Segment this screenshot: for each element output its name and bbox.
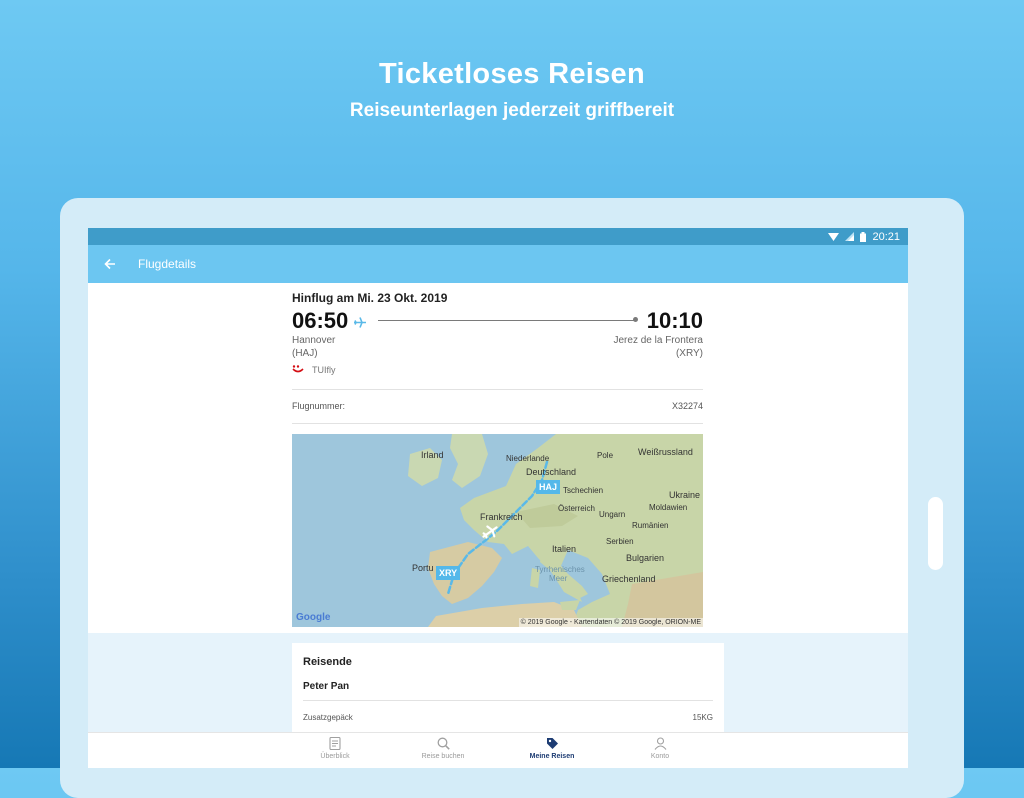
nav-item-ueberblick[interactable]: Überblick [290, 737, 380, 760]
map-label-rumaenien: Rumänien [632, 521, 669, 530]
signal-icon [845, 232, 855, 241]
divider [292, 389, 703, 390]
promo-subtitle: Reiseunterlagen jederzeit griffbereit [349, 100, 675, 121]
nav-label: Reise buchen [421, 753, 465, 760]
flight-heading: Hinflug am Mi. 23 Okt. 2019 [292, 291, 448, 305]
document-icon [290, 737, 380, 750]
nav-label: Konto [650, 753, 670, 760]
map-label-oesterreich: Österreich [558, 504, 595, 513]
map-label-tyrrhenisches: Tyrrhenisches [535, 565, 585, 574]
app-bar: Flugdetails [88, 245, 908, 283]
map-label-ungarn: Ungarn [599, 510, 626, 519]
nav-label: Meine Reisen [529, 753, 575, 760]
route-line [378, 320, 634, 321]
tag-icon [507, 737, 597, 750]
map-label-ukraine: Ukraine [669, 490, 701, 500]
passenger-name: Peter Pan [303, 681, 350, 692]
nav-item-reise-buchen[interactable]: Reise buchen [398, 737, 488, 760]
bottom-navigation: Überblick Reise buchen Meine Reisen Kont… [88, 732, 908, 768]
passengers-title: Reisende [303, 656, 352, 668]
map-label-griechenland: Griechenland [602, 574, 656, 584]
divider [292, 423, 703, 424]
map-label-irland: Irland [421, 450, 444, 460]
arrival-code: (XRY) [675, 348, 703, 359]
route-map[interactable]: Irland Niederlande Deutschland Pole Weiß… [292, 434, 703, 627]
route-endpoint [633, 317, 638, 322]
tui-logo-icon [292, 365, 304, 375]
status-bar: 20:21 [88, 228, 908, 245]
arrival-city: Jerez de la Frontera [613, 335, 704, 346]
divider [303, 700, 713, 701]
flight-details-content: Hinflug am Mi. 23 Okt. 2019 06:50 10:10 … [88, 283, 908, 743]
wifi-icon [828, 232, 840, 241]
map-label-portu: Portu [412, 563, 434, 573]
map-attribution[interactable]: © 2019 Google - Kartendaten © 2019 Googl… [518, 618, 703, 627]
destination-pin[interactable]: XRY [436, 566, 461, 580]
origin-pin[interactable]: HAJ [536, 480, 561, 494]
departure-code: (HAJ) [292, 348, 318, 359]
nav-item-konto[interactable]: Konto [615, 737, 705, 760]
baggage-value: 15KG [692, 713, 713, 722]
map-label-pole: Pole [597, 451, 614, 460]
flight-number-value: X32274 [671, 401, 703, 411]
search-icon [398, 737, 488, 750]
flight-number-label: Flugnummer: [292, 401, 346, 411]
map-label-bulgarien: Bulgarien [626, 553, 665, 563]
map-label-tschechien: Tschechien [563, 486, 604, 495]
map-label-weissrussland: Weißrussland [638, 447, 693, 457]
google-logo: Google [296, 612, 331, 623]
clock-text: 20:21 [872, 230, 900, 243]
map-label-serbien: Serbien [606, 537, 634, 546]
airline-name: TUIfly [312, 365, 336, 375]
tablet-side-button [928, 497, 943, 570]
arrow-left-icon[interactable] [104, 256, 120, 272]
nav-label: Überblick [320, 753, 350, 760]
page-title: Flugdetails [138, 257, 197, 271]
airline: TUIfly [292, 365, 336, 375]
map-label-deutschland: Deutschland [526, 467, 577, 477]
app-screen: 20:21 Flugdetails Hinflug am Mi. 23 Okt.… [88, 228, 908, 768]
departure-city: Hannover [292, 335, 336, 346]
map-label-niederlande: Niederlande [506, 454, 550, 463]
map-label-meer: Meer [549, 574, 568, 583]
baggage-label: Zusatzgepäck [303, 713, 353, 722]
promo-title: Ticketloses Reisen [378, 58, 645, 90]
map-label-moldawien: Moldawien [649, 503, 688, 512]
flight-number-row: Flugnummer: X32274 [292, 401, 703, 411]
departure-time: 06:50 [292, 308, 349, 333]
battery-icon [860, 231, 867, 242]
nav-item-meine-reisen[interactable]: Meine Reisen [507, 737, 597, 760]
passenger-section: Reisende Peter Pan Zusatzgepäck 15KG [88, 633, 908, 743]
plane-icon [354, 315, 366, 333]
map-label-frankreich: Frankreich [480, 512, 523, 522]
passenger-card: Reisende Peter Pan Zusatzgepäck 15KG [292, 643, 724, 743]
map-label-italien: Italien [552, 544, 577, 554]
person-icon [615, 737, 705, 750]
arrival-time: 10:10 [646, 308, 703, 333]
